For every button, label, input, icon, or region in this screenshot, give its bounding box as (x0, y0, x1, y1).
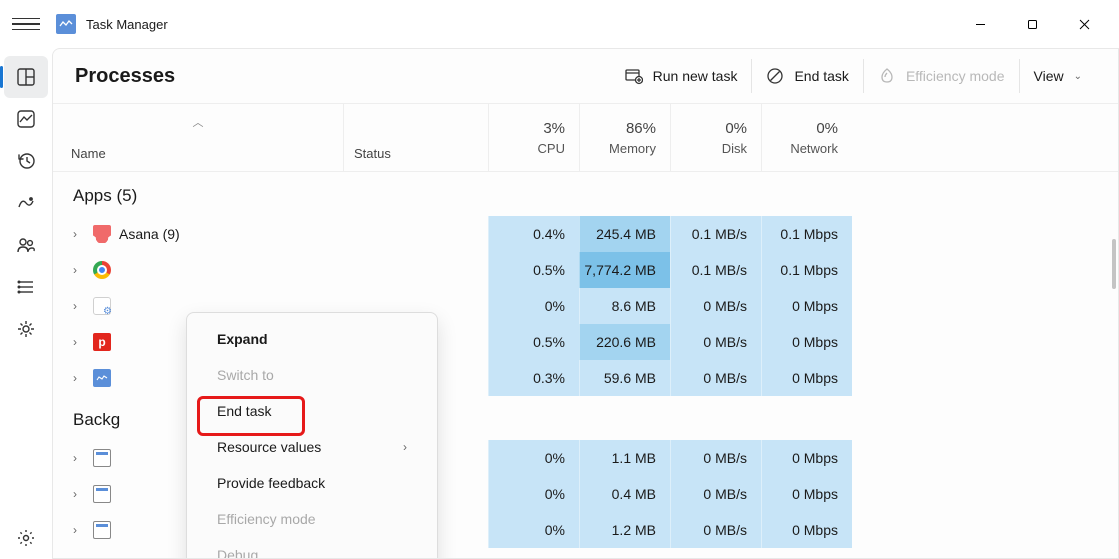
menu-resource-values[interactable]: Resource values› (187, 429, 437, 465)
process-name: Asana (9) (119, 226, 180, 242)
cpu-cell: 0.5% (488, 252, 579, 288)
chevron-right-icon: › (403, 440, 407, 454)
view-label: View (1034, 68, 1064, 84)
expand-icon[interactable]: › (73, 335, 85, 349)
network-cell: 0 Mbps (761, 288, 852, 324)
menu-debug: Debug (187, 537, 437, 559)
group-apps[interactable]: Apps (5) (53, 172, 1118, 216)
sidebar-app-history[interactable] (0, 140, 52, 182)
column-memory[interactable]: 86%Memory (579, 104, 670, 171)
view-button[interactable]: View ⌄ (1020, 60, 1096, 92)
network-cell: 0 Mbps (761, 360, 852, 396)
disk-cell: 0 MB/s (670, 288, 761, 324)
taskmgr-icon (93, 369, 111, 387)
expand-icon[interactable]: › (73, 371, 85, 385)
end-task-label: End task (794, 68, 848, 84)
network-cell: 0 Mbps (761, 324, 852, 360)
hamburger-menu[interactable] (12, 10, 40, 38)
app-icon-red: p (93, 333, 111, 351)
memory-cell: 245.4 MB (579, 216, 670, 252)
sidebar-settings[interactable] (0, 517, 52, 559)
menu-efficiency-mode: Efficiency mode (187, 501, 437, 537)
disk-cell: 0 MB/s (670, 440, 761, 476)
sidebar-processes[interactable] (4, 56, 48, 98)
column-name[interactable]: ︿ Name (53, 104, 343, 171)
expand-icon[interactable]: › (73, 487, 85, 501)
chrome-icon (93, 261, 111, 279)
cpu-cell: 0% (488, 440, 579, 476)
cpu-cell: 0.5% (488, 324, 579, 360)
memory-cell: 8.6 MB (579, 288, 670, 324)
menu-end-task[interactable]: End task (187, 393, 437, 429)
sidebar-startup[interactable] (0, 182, 52, 224)
column-disk[interactable]: 0%Disk (670, 104, 761, 171)
disk-cell: 0 MB/s (670, 476, 761, 512)
end-task-button[interactable]: End task (752, 59, 863, 93)
memory-cell: 220.6 MB (579, 324, 670, 360)
memory-cell: 7,774.2 MB (579, 252, 670, 288)
minimize-button[interactable] (957, 8, 1003, 40)
efficiency-mode-label: Efficiency mode (906, 68, 1005, 84)
sidebar-details[interactable] (0, 266, 52, 308)
page-title: Processes (75, 65, 175, 88)
app-title: Task Manager (86, 17, 168, 32)
disk-cell: 0.1 MB/s (670, 216, 761, 252)
expand-icon[interactable]: › (73, 227, 85, 241)
cpu-cell: 0% (488, 512, 579, 548)
column-cpu[interactable]: 3%CPU (488, 104, 579, 171)
sidebar-users[interactable] (0, 224, 52, 266)
menu-switch-to: Switch to (187, 357, 437, 393)
window-icon (93, 449, 111, 467)
scrollbar-thumb[interactable] (1112, 239, 1116, 289)
column-network[interactable]: 0%Network (761, 104, 852, 171)
expand-icon[interactable]: › (73, 263, 85, 277)
cpu-cell: 0.3% (488, 360, 579, 396)
cpu-cell: 0% (488, 288, 579, 324)
efficiency-mode-button: Efficiency mode (864, 59, 1020, 93)
expand-icon[interactable]: › (73, 451, 85, 465)
app-icon (56, 14, 76, 34)
sidebar-services[interactable] (0, 308, 52, 350)
expand-icon[interactable]: › (73, 523, 85, 537)
asana-icon (93, 225, 111, 243)
memory-cell: 0.4 MB (579, 476, 670, 512)
context-menu: Expand Switch to End task Resource value… (186, 312, 438, 559)
close-button[interactable] (1061, 8, 1107, 40)
network-cell: 0.1 Mbps (761, 252, 852, 288)
chevron-down-icon: ⌄ (1074, 71, 1082, 82)
table-row[interactable]: › Asana (9) 0.4% 245.4 MB 0.1 MB/s 0.1 Mb… (53, 216, 1118, 252)
window-icon (93, 485, 111, 503)
window-icon (93, 521, 111, 539)
column-status[interactable]: Status (343, 104, 488, 171)
memory-cell: 1.1 MB (579, 440, 670, 476)
maximize-button[interactable] (1009, 8, 1055, 40)
expand-icon[interactable]: › (73, 299, 85, 313)
network-cell: 0.1 Mbps (761, 216, 852, 252)
run-new-task-label: Run new task (653, 68, 738, 84)
settings-app-icon (93, 297, 111, 315)
table-row[interactable]: › 0.5% 7,774.2 MB 0.1 MB/s 0.1 Mbps (53, 252, 1118, 288)
cpu-cell: 0% (488, 476, 579, 512)
cpu-cell: 0.4% (488, 216, 579, 252)
network-cell: 0 Mbps (761, 476, 852, 512)
disk-cell: 0.1 MB/s (670, 252, 761, 288)
network-cell: 0 Mbps (761, 512, 852, 548)
menu-provide-feedback[interactable]: Provide feedback (187, 465, 437, 501)
disk-cell: 0 MB/s (670, 324, 761, 360)
disk-cell: 0 MB/s (670, 360, 761, 396)
memory-cell: 59.6 MB (579, 360, 670, 396)
sidebar-performance[interactable] (0, 98, 52, 140)
disk-cell: 0 MB/s (670, 512, 761, 548)
memory-cell: 1.2 MB (579, 512, 670, 548)
menu-expand[interactable]: Expand (187, 321, 437, 357)
network-cell: 0 Mbps (761, 440, 852, 476)
run-new-task-button[interactable]: Run new task (611, 59, 753, 93)
sort-indicator-icon: ︿ (193, 114, 204, 130)
